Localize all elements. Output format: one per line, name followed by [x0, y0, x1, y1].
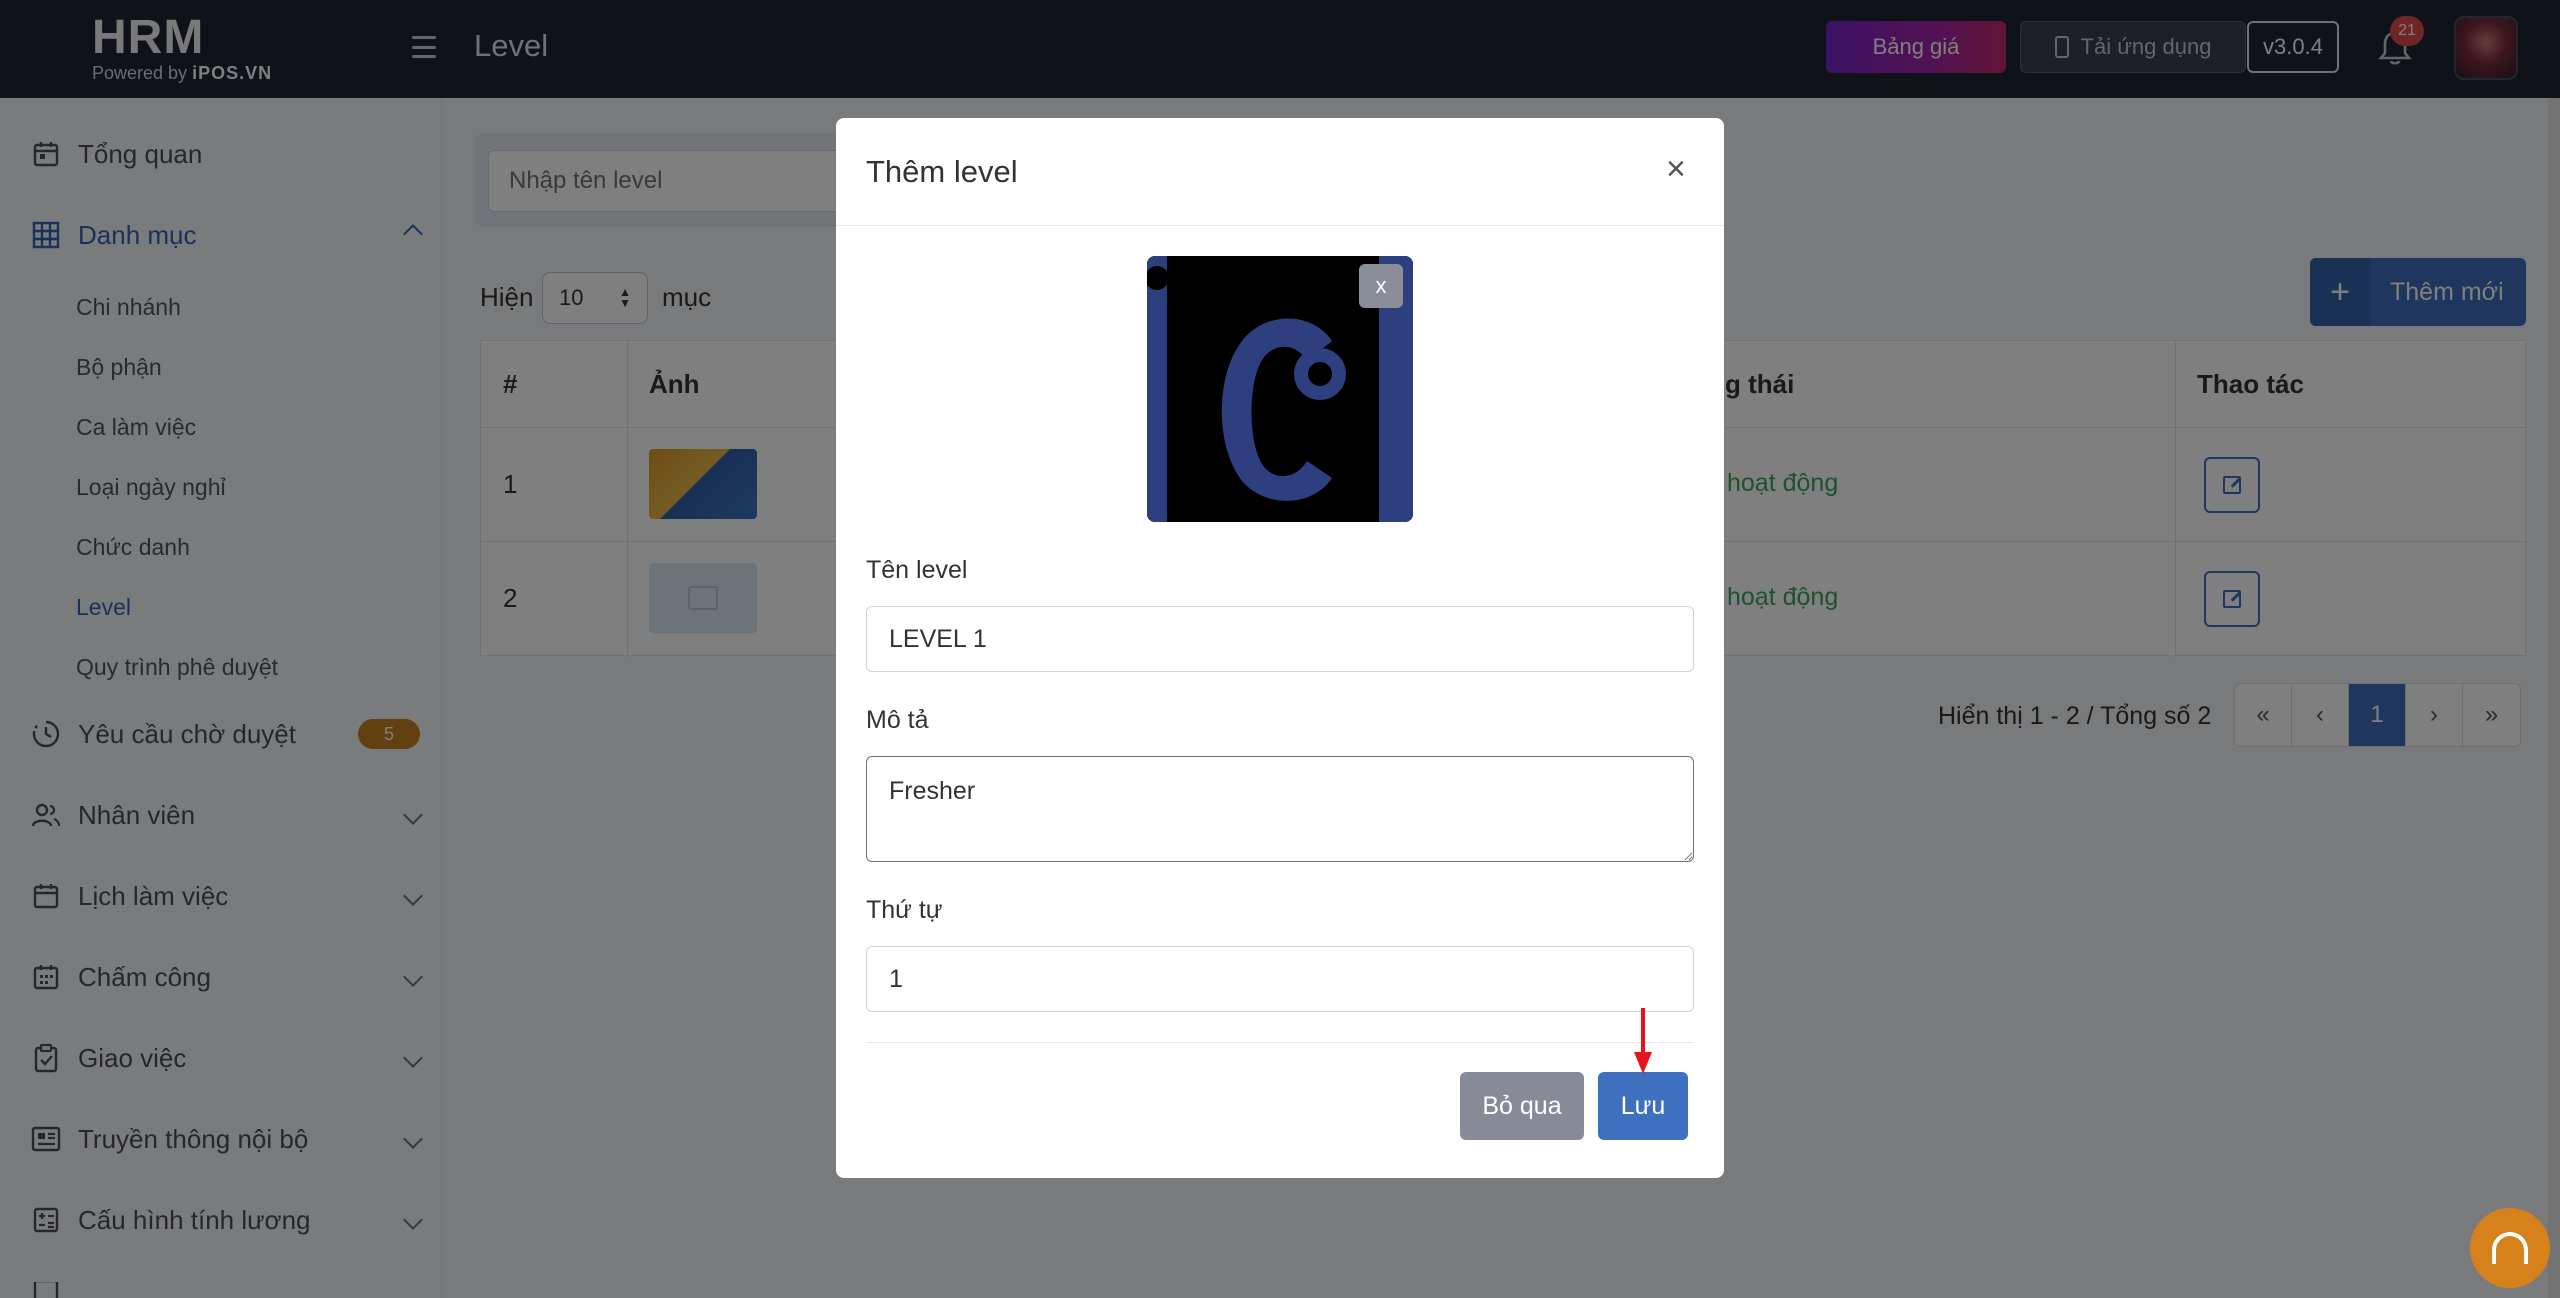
support-headset-icon[interactable] [2470, 1208, 2550, 1288]
modal-title: Thêm level [866, 154, 1018, 189]
order-input[interactable] [866, 946, 1694, 1012]
add-level-modal: Thêm level × x Tên level Mô tả Fresher T… [836, 118, 1724, 1178]
image-preview[interactable]: x [1147, 256, 1413, 522]
modal-footer-divider [866, 1042, 1694, 1043]
cancel-button[interactable]: Bỏ qua [1460, 1072, 1584, 1140]
description-label: Mô tả [866, 706, 929, 734]
description-textarea[interactable]: Fresher [866, 756, 1694, 862]
level-name-input[interactable] [866, 606, 1694, 672]
save-button[interactable]: Lưu [1598, 1072, 1688, 1140]
remove-image-button[interactable]: x [1359, 264, 1403, 308]
annotation-arrow-icon [1634, 1008, 1652, 1074]
order-label: Thứ tự [866, 896, 943, 924]
close-icon[interactable]: × [1666, 152, 1686, 186]
level-name-label: Tên level [866, 556, 968, 584]
modal-header: Thêm level × [836, 118, 1724, 226]
